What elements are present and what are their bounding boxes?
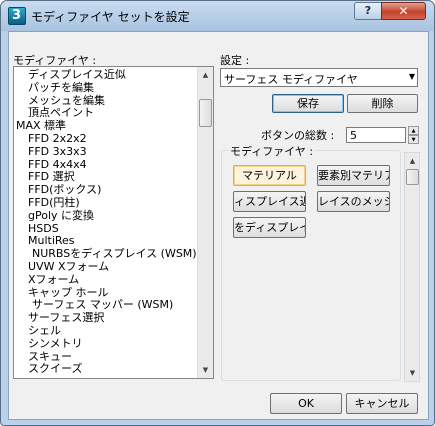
modifier-list-item[interactable]: サーフェス マッパー (WSM) — [32, 299, 173, 311]
set-combo-value: サーフェス モディファイヤ — [224, 73, 358, 86]
spinner-down-icon[interactable]: ▼ — [408, 135, 419, 144]
modifier-list-item[interactable]: FFD 2x2x2 — [28, 133, 87, 145]
help-button[interactable]: ? — [354, 2, 382, 20]
scroll-down-icon[interactable]: ▼ — [198, 362, 213, 378]
modifier-list-item[interactable]: スキュー — [28, 350, 72, 363]
chevron-down-icon[interactable]: ▼ — [409, 72, 415, 81]
modifier-button-4[interactable]: レイスのメッシュ — [317, 191, 390, 212]
modifier-list-item[interactable]: シェル — [28, 325, 61, 337]
settings-label: 設定 : — [220, 54, 250, 67]
modifier-button-1[interactable]: マテリアル — [233, 165, 306, 186]
modifier-list-item[interactable]: サーフェス選択 — [28, 312, 104, 324]
modifier-list-item[interactable]: HSDS — [28, 222, 59, 235]
spinner-up-icon[interactable]: ▲ — [408, 126, 419, 135]
modifier-list-item[interactable]: パッチを編集 — [28, 81, 94, 94]
window-title: モディファイヤ セットを設定 — [31, 10, 190, 24]
modifier-list-item[interactable]: FFD(ボックス) — [28, 184, 101, 196]
modifier-list-item[interactable]: UVW Xフォーム — [28, 261, 109, 273]
modifier-list-item[interactable]: MultiRes — [28, 235, 75, 247]
modifier-list-item[interactable]: FFD(円柱) — [28, 197, 80, 209]
delete-button[interactable]: 削除 — [347, 94, 418, 113]
modifier-list-scrollbar[interactable]: ▲ ▼ — [197, 67, 213, 378]
modifier-list-item[interactable]: メッシュを編集 — [28, 94, 105, 107]
modifier-list-item[interactable]: FFD 3x3x3 — [28, 145, 87, 158]
scroll-thumb[interactable] — [199, 99, 212, 127]
total-buttons-value: 5 — [350, 129, 357, 142]
modifier-button-2[interactable]: 要素別マテリアル — [317, 165, 390, 186]
modifier-list-item[interactable]: キャップ ホール — [28, 286, 109, 299]
modifier-list-item[interactable]: MAX 標準 — [16, 120, 66, 132]
modifier-list-item[interactable]: スクイーズ — [28, 363, 82, 375]
modifier-list-item[interactable]: Xフォーム — [28, 273, 79, 286]
modifier-button-3[interactable]: ィスプレイス近似 — [233, 191, 306, 212]
dialog-window: 3 モディファイヤ セットを設定 ? ✕ モディファイヤ : ディスプレイス近似… — [0, 0, 435, 426]
modifier-list-item[interactable]: FFD 4x4x4 — [28, 158, 87, 171]
modifier-list-item[interactable]: 頂点ペイント — [28, 107, 94, 119]
modifier-list-item[interactable]: ディスプレイス近似 — [28, 69, 126, 81]
group-scroll-up-icon[interactable]: ▲ — [405, 153, 420, 169]
modifier-group-label: モディファイヤ : — [228, 143, 316, 159]
close-button[interactable]: ✕ — [381, 2, 426, 20]
modifier-list-item[interactable]: シンメトリ — [28, 337, 83, 350]
modifier-button-5[interactable]: をディスプレイス — [233, 217, 306, 238]
scroll-up-icon[interactable]: ▲ — [198, 67, 213, 83]
dialog-body: モディファイヤ : ディスプレイス近似 パッチを編集 メッシュを編集 頂点ペイント MA… — [8, 31, 429, 420]
modifier-list-item[interactable]: NURBSをディスプレイス (WSM) — [32, 248, 197, 260]
modifier-group-scrollbar[interactable]: ▲ ▼ — [404, 152, 420, 382]
cancel-button[interactable]: キャンセル — [346, 393, 418, 414]
app-icon: 3 — [8, 7, 26, 25]
total-buttons-spinner[interactable]: ▲ ▼ — [408, 126, 419, 144]
ok-button[interactable]: OK — [270, 393, 342, 414]
group-scroll-down-icon[interactable]: ▼ — [405, 365, 420, 381]
total-buttons-field[interactable]: 5 — [346, 127, 406, 143]
title-bar[interactable]: 3 モディファイヤ セットを設定 ? ✕ — [1, 1, 434, 31]
set-combo[interactable]: サーフェス モディファイヤ ▼ — [220, 68, 418, 87]
modifier-list[interactable]: ディスプレイス近似 パッチを編集 メッシュを編集 頂点ペイント MAX 標準 FFD 2x… — [13, 66, 214, 379]
modifier-list-item[interactable]: FFD 選択 — [28, 171, 75, 183]
modifier-list-item[interactable]: gPoly に変換 — [28, 209, 94, 222]
total-buttons-label: ボタンの総数 : — [261, 129, 335, 142]
save-button[interactable]: 保存 — [272, 94, 344, 113]
group-scroll-thumb[interactable] — [406, 169, 419, 185]
